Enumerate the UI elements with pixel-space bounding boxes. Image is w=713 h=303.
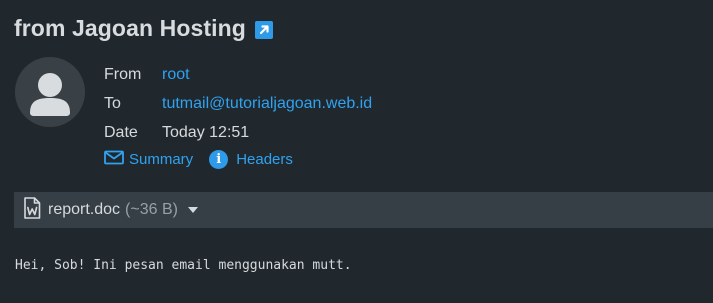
attachment-menu-chevron-down-icon[interactable] (187, 207, 198, 213)
date-label: Date (104, 123, 138, 141)
sender-avatar (15, 57, 85, 127)
from-link[interactable]: root (162, 66, 190, 84)
attachment-size: (~36 B) (125, 201, 178, 218)
header-view-actions: Summary i Headers (104, 150, 293, 169)
headers-label: Headers (236, 151, 293, 168)
attachment-bar: report.doc (~36 B) (14, 192, 713, 228)
headers-button[interactable]: i Headers (209, 150, 293, 169)
header-row-date: Date Today 12:51 (104, 118, 372, 147)
header-row-from: From root (104, 60, 372, 89)
summary-label: Summary (129, 151, 194, 168)
to-label: To (104, 94, 121, 112)
message-headers: From root To tutmail@tutorialjagoan.web.… (104, 60, 372, 147)
word-document-icon (23, 196, 41, 224)
external-link-icon[interactable] (254, 20, 273, 39)
message-subject: from Jagoan Hosting (14, 15, 246, 41)
message-header-subject: from Jagoan Hosting (14, 15, 273, 42)
to-link[interactable]: tutmail@tutorialjagoan.web.id (162, 95, 372, 113)
header-row-to: To tutmail@tutorialjagoan.web.id (104, 89, 372, 118)
message-body: Hei, Sob! Ini pesan email menggunakan mu… (15, 258, 352, 273)
date-value: Today 12:51 (162, 123, 250, 141)
user-silhouette-icon (30, 73, 70, 116)
info-icon: i (209, 150, 229, 169)
from-label: From (104, 65, 142, 83)
envelope-icon (104, 150, 124, 169)
attachment-name[interactable]: report.doc (48, 201, 120, 219)
summary-button[interactable]: Summary (104, 150, 193, 169)
